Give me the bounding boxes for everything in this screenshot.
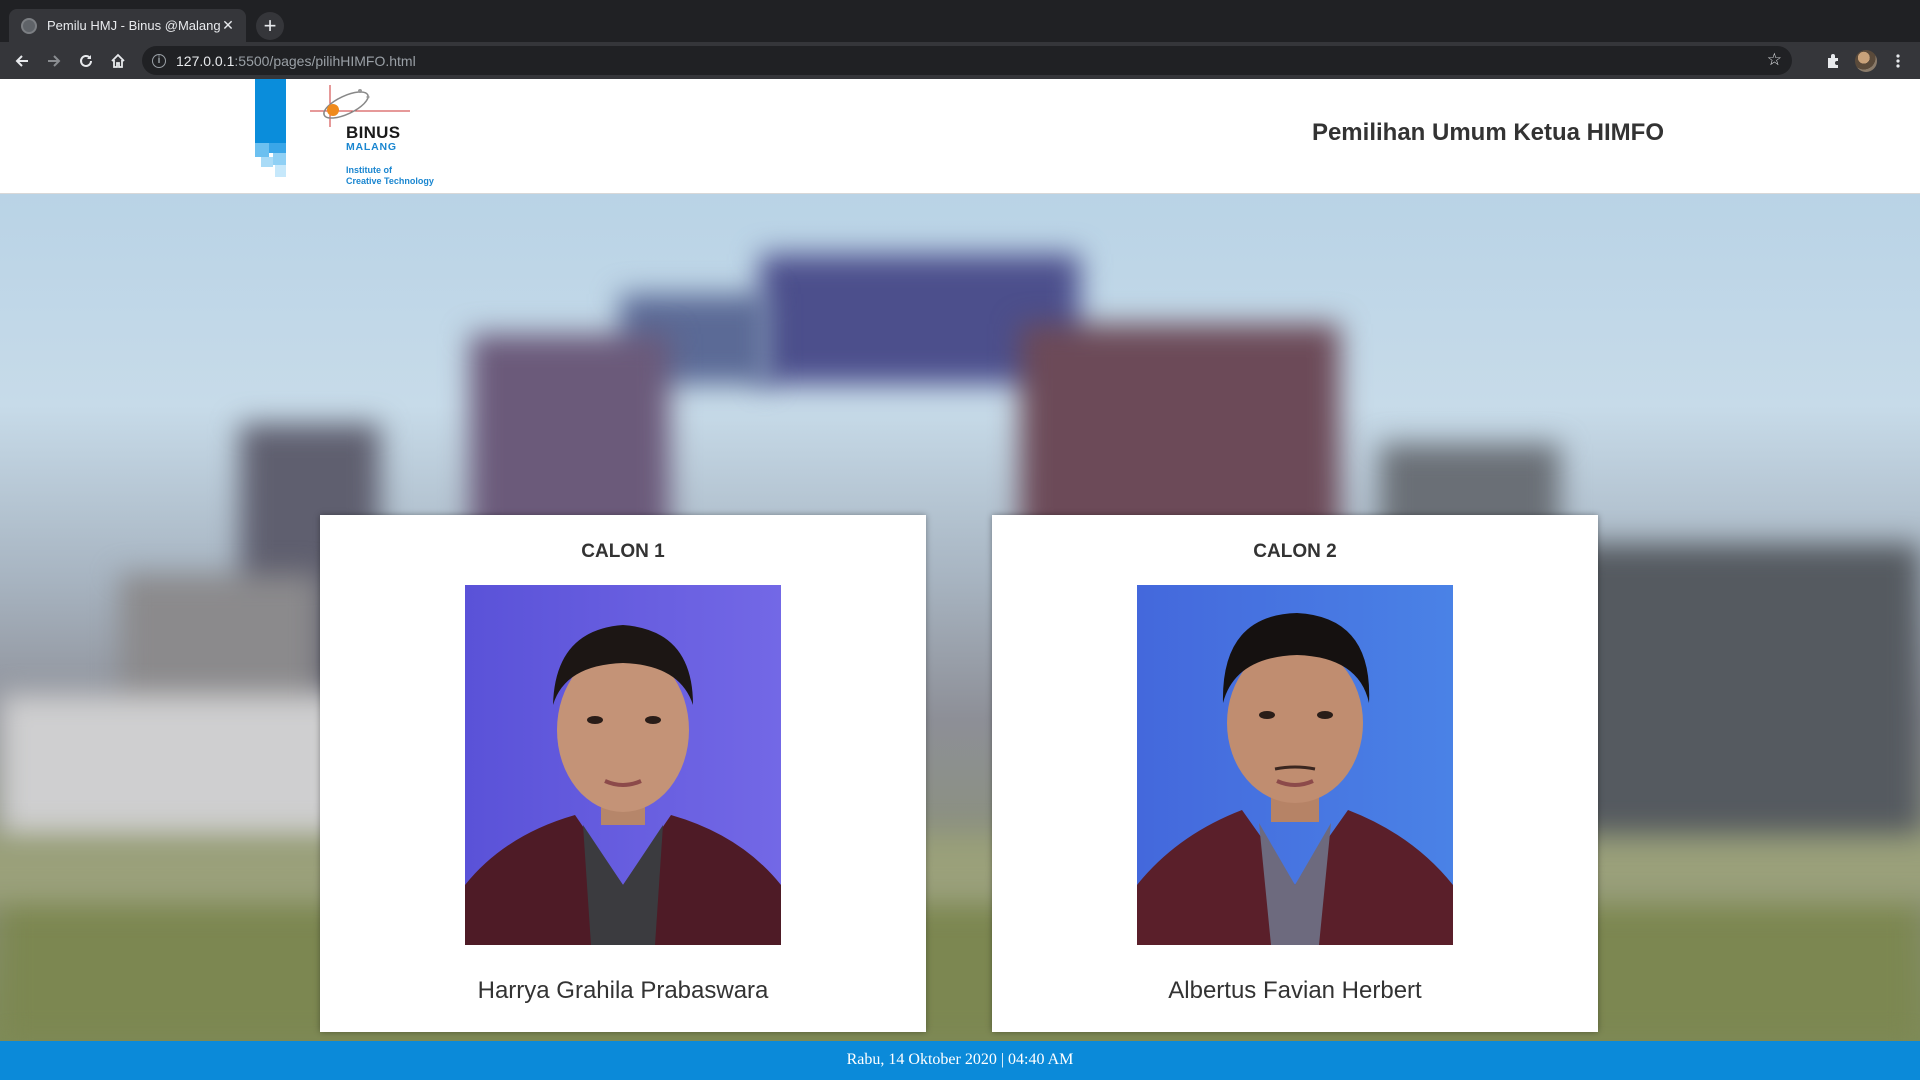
candidate-name: Harrya Grahila Prabaswara (477, 977, 769, 1004)
candidate-label: CALON 2 (1253, 541, 1337, 562)
logo-bar (255, 79, 286, 143)
url-text: 127.0.0.1:5500/pages/pilihHIMFO.html (176, 52, 416, 69)
browser-tabstrip: Pemilu HMJ - Binus @Malang ✕ + (0, 0, 1920, 42)
logo-tagline: Creative Technology (346, 176, 434, 186)
binus-logo[interactable]: BINUS MALANG Institute of Creative Techn… (255, 79, 455, 189)
candidate-name: Albertus Favian Herbert (1168, 977, 1422, 1004)
candidate-photo (465, 585, 781, 945)
candidate-card-2[interactable]: CALON 2 Albertus Favian Herbert (992, 515, 1598, 1032)
info-icon[interactable]: i (152, 53, 166, 68)
tab-title: Pemilu HMJ - Binus @Malang (47, 18, 220, 33)
page-title: Pemilihan Umum Ketua HIMFO (1311, 119, 1664, 146)
page-viewport: BINUS MALANG Institute of Creative Techn… (0, 79, 1920, 1080)
reload-icon[interactable] (72, 47, 100, 75)
menu-kebab-icon[interactable] (1884, 47, 1912, 75)
logo-word: BINUS (346, 123, 401, 142)
bookmark-star-icon[interactable]: ☆ (1767, 50, 1782, 70)
home-icon[interactable] (104, 47, 132, 75)
extensions-puzzle-icon[interactable] (1820, 47, 1848, 75)
candidate-card-1[interactable]: CALON 1 Harrya Grahila Prabaswara (320, 515, 926, 1032)
address-bar[interactable]: i 127.0.0.1:5500/pages/pilihHIMFO.html ☆ (142, 46, 1792, 75)
logo-orbit-icon (310, 85, 410, 127)
globe-icon (21, 17, 37, 34)
footer-datetime-bar: Rabu, 14 Oktober 2020 | 04:40 AM (0, 1041, 1920, 1080)
site-header: BINUS MALANG Institute of Creative Techn… (0, 79, 1920, 194)
close-icon[interactable]: ✕ (220, 17, 236, 34)
forward-arrow-icon[interactable] (40, 47, 68, 75)
footer-datetime: Rabu, 14 Oktober 2020 | 04:40 AM (846, 1051, 1074, 1068)
profile-avatar[interactable] (1855, 50, 1877, 72)
hero-background: CALON 1 Harrya Grahila Prabaswara CALON … (0, 194, 1920, 1041)
logo-sub: MALANG (346, 141, 397, 153)
browser-toolbar: i 127.0.0.1:5500/pages/pilihHIMFO.html ☆ (0, 42, 1920, 79)
back-arrow-icon[interactable] (8, 47, 36, 75)
candidate-label: CALON 1 (581, 541, 665, 562)
browser-tab[interactable]: Pemilu HMJ - Binus @Malang ✕ (9, 9, 246, 42)
candidate-photo (1137, 585, 1453, 945)
logo-tagline: Institute of (346, 165, 392, 175)
new-tab-button[interactable]: + (256, 12, 284, 40)
